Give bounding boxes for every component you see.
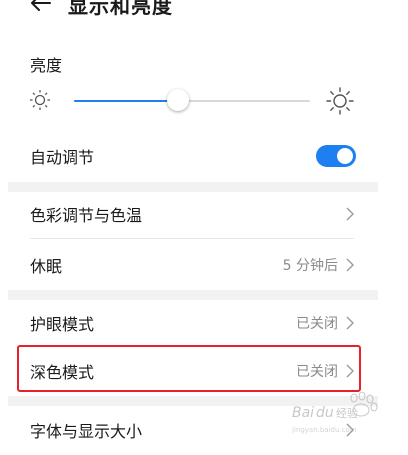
brightness-slider-thumb[interactable] — [167, 89, 189, 111]
chevron-right-icon — [346, 258, 354, 272]
settings-item-value: 已关闭 — [296, 316, 338, 332]
highlight-annotation-box — [17, 345, 361, 392]
auto-adjust-toggle[interactable] — [316, 145, 356, 167]
settings-item-label: 色彩调节与色温 — [30, 206, 143, 225]
page-title: 显示和亮度 — [68, 0, 173, 18]
section-separator — [8, 182, 378, 192]
svg-text:经验: 经验 — [336, 406, 358, 420]
section-separator — [8, 290, 378, 300]
divider — [30, 238, 354, 239]
auto-adjust-label: 自动调节 — [30, 148, 95, 167]
chevron-right-icon — [346, 316, 354, 330]
back-arrow-icon[interactable] — [30, 0, 52, 14]
brightness-label: 亮度 — [30, 56, 63, 75]
settings-item-color-temperature[interactable]: 色彩调节与色温 — [30, 194, 354, 234]
brightness-high-icon — [326, 87, 354, 115]
toggle-knob — [337, 148, 353, 164]
brightness-slider-fill — [74, 100, 178, 102]
top-bar: 显示和亮度 — [0, 0, 408, 22]
settings-item-label: 护眼模式 — [30, 315, 95, 334]
settings-item-sleep[interactable]: 休眠 5 分钟后 — [30, 245, 354, 285]
brightness-slider[interactable] — [74, 89, 310, 111]
settings-item-label: 休眠 — [30, 257, 63, 276]
settings-item-value: 5 分钟后 — [282, 258, 338, 274]
baidu-watermark-logo: Bai du 经验 jingyan.baidu.com — [291, 392, 378, 434]
chevron-right-icon — [346, 207, 354, 221]
svg-text:jingyan.baidu.com: jingyan.baidu.com — [291, 426, 357, 434]
auto-adjust-row: 自动调节 — [30, 136, 354, 176]
settings-item-eye-comfort[interactable]: 护眼模式 已关闭 — [30, 303, 354, 343]
svg-text:du: du — [316, 405, 334, 421]
svg-text:Bai: Bai — [292, 405, 314, 421]
brightness-low-icon — [29, 89, 51, 111]
